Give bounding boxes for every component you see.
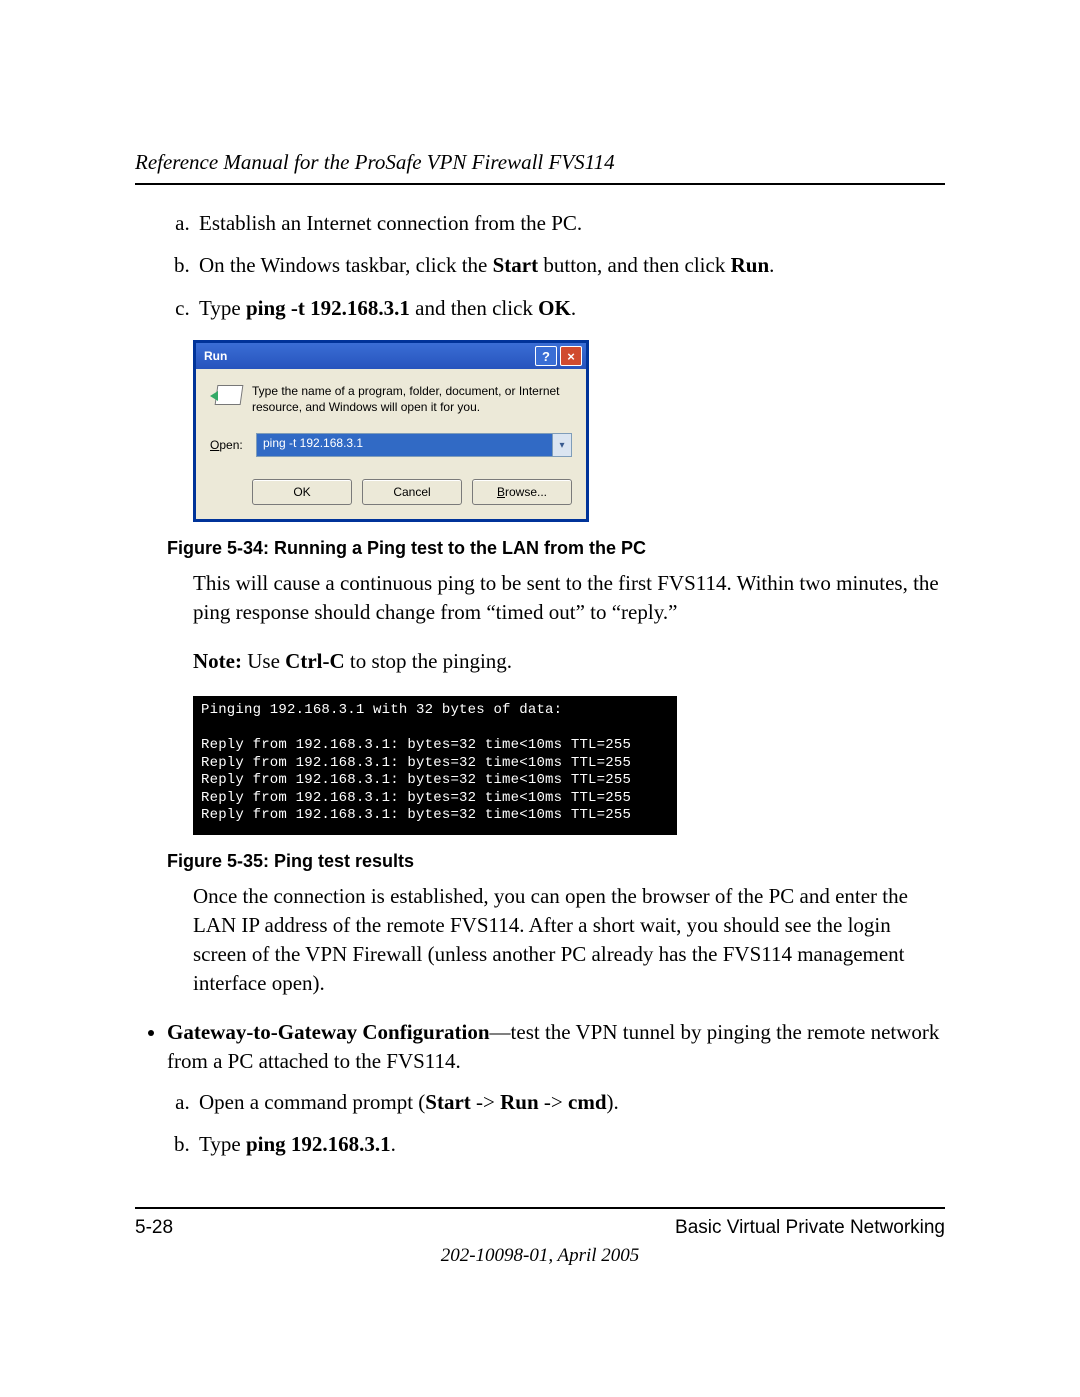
text: On the Windows taskbar, click the	[199, 253, 493, 277]
text: .	[571, 296, 576, 320]
page-footer: 5-28 Basic Virtual Private Networking 20…	[135, 1207, 945, 1267]
figure-run-dialog: Run ? × Type the name of a program, fold…	[193, 340, 945, 522]
open-input[interactable]: ping -t 192.168.3.1	[257, 434, 552, 456]
text: ->	[539, 1090, 568, 1114]
document-title: Reference Manual for the ProSafe VPN Fir…	[135, 150, 615, 174]
run-icon	[210, 383, 244, 409]
text: Type	[199, 1132, 246, 1156]
open-label: Open:	[210, 438, 256, 452]
section-title: Basic Virtual Private Networking	[675, 1217, 945, 1239]
run-label: Run	[731, 253, 770, 277]
gateway-steps: Open a command prompt (Start -> Run -> c…	[167, 1088, 945, 1159]
step-c: Type ping -t 192.168.3.1 and then click …	[195, 294, 945, 322]
text: ->	[471, 1090, 500, 1114]
paragraph-ping-explain: This will cause a continuous ping to be …	[193, 569, 945, 627]
text: ).	[607, 1090, 619, 1114]
text: Open a command prompt (	[199, 1090, 425, 1114]
start-label: Start	[493, 253, 539, 277]
gw-step-a: Open a command prompt (Start -> Run -> c…	[195, 1088, 945, 1116]
gateway-bullet: Gateway-to-Gateway Configuration—test th…	[167, 1018, 945, 1159]
cancel-button[interactable]: Cancel	[362, 479, 462, 505]
ok-label: OK	[538, 296, 571, 320]
open-combobox[interactable]: ping -t 192.168.3.1 ▾	[256, 433, 572, 457]
text: Type	[199, 296, 246, 320]
ok-button[interactable]: OK	[252, 479, 352, 505]
ping-cmd: ping 192.168.3.1	[246, 1132, 391, 1156]
note-label: Note:	[193, 649, 242, 673]
note-line: Note: Use Ctrl-C to stop the pinging.	[193, 647, 945, 676]
step-a-text: Establish an Internet connection from th…	[199, 211, 582, 235]
close-button[interactable]: ×	[560, 346, 582, 366]
gateway-bullet-list: Gateway-to-Gateway Configuration—test th…	[143, 1018, 945, 1159]
figure-35-caption: Figure 5-35: Ping test results	[167, 851, 945, 872]
run-dialog: Run ? × Type the name of a program, fold…	[193, 340, 589, 522]
ping-command: ping -t 192.168.3.1	[246, 296, 410, 320]
browse-button[interactable]: Browse...	[472, 479, 572, 505]
figure-34-caption: Figure 5-34: Running a Ping test to the …	[167, 538, 945, 559]
text: button, and then click	[538, 253, 730, 277]
step-a: Establish an Internet connection from th…	[195, 209, 945, 237]
doc-id: 202-10098-01, April 2005	[135, 1245, 945, 1267]
gw-step-b: Type ping 192.168.3.1.	[195, 1130, 945, 1158]
dropdown-button[interactable]: ▾	[552, 434, 571, 456]
run-dialog-titlebar: Run ? ×	[196, 343, 586, 369]
text: .	[391, 1132, 396, 1156]
text: .	[769, 253, 774, 277]
command-output-window: Pinging 192.168.3.1 with 32 bytes of dat…	[193, 696, 677, 835]
run-dialog-message: Type the name of a program, folder, docu…	[252, 383, 572, 415]
bullet-title: Gateway-to-Gateway Configuration	[167, 1020, 490, 1044]
help-button[interactable]: ?	[535, 346, 557, 366]
start-label: Start	[425, 1090, 471, 1114]
paragraph-after-connect: Once the connection is established, you …	[193, 882, 945, 998]
run-label: Run	[500, 1090, 539, 1114]
cmd-label: cmd	[568, 1090, 607, 1114]
chevron-down-icon: ▾	[559, 440, 564, 451]
run-dialog-title: Run	[204, 349, 532, 363]
page-number: 5-28	[135, 1217, 173, 1239]
text: and then click	[410, 296, 538, 320]
step-b: On the Windows taskbar, click the Start …	[195, 251, 945, 279]
text: to stop the pinging.	[345, 649, 512, 673]
steps-list-1: Establish an Internet connection from th…	[167, 209, 945, 322]
text: Use	[242, 649, 285, 673]
document-header: Reference Manual for the ProSafe VPN Fir…	[135, 150, 945, 185]
ctrl-c: Ctrl-C	[285, 649, 344, 673]
